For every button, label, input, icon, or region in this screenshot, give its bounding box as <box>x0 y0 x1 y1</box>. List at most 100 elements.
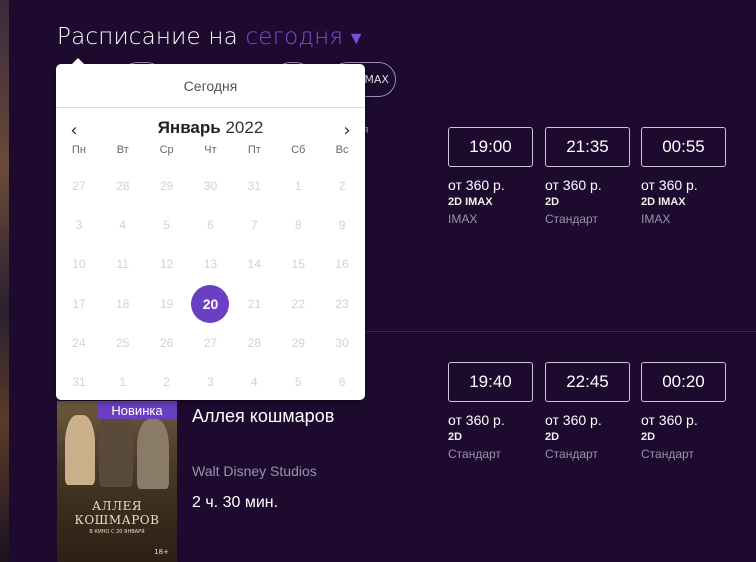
day-number: 6 <box>338 375 346 390</box>
background-image-edge <box>0 0 9 562</box>
calendar-day: 30 <box>189 166 233 205</box>
session-price: от 360 р. <box>545 177 602 193</box>
calendar-day: 1 <box>101 362 145 401</box>
session-hall: IMAX <box>448 212 478 226</box>
session-hall: IMAX <box>641 212 671 226</box>
calendar-day: 31 <box>232 166 276 205</box>
calendar-nav: ‹ Январь 2022 › <box>56 118 365 142</box>
weekday-label: Пт <box>247 144 261 156</box>
session-price: от 360 р. <box>641 177 698 193</box>
day-number: 1 <box>119 375 127 390</box>
day-number: 25 <box>116 335 130 350</box>
calendar-days: 27 28 29 30 31 1 2 3 4 5 6 7 8 9 10 11 12 13 14 15 16 17 18 19 2… <box>56 166 365 402</box>
weekday-label: Вс <box>335 144 349 156</box>
calendar-day: 22 <box>276 284 320 323</box>
session-format: 2D IMAX <box>448 196 493 208</box>
day-selector[interactable]: сегодня <box>245 24 343 50</box>
day-number: 4 <box>119 217 127 232</box>
calendar-day: 5 <box>276 362 320 401</box>
calendar-day: 4 <box>101 205 145 244</box>
poster-date: В КИНО С 20 ЯНВАРЯ <box>89 529 145 535</box>
session-time-button[interactable]: 21:35 <box>545 127 630 167</box>
selected-day[interactable]: 20 <box>191 284 230 323</box>
day-number: 16 <box>335 257 349 272</box>
calendar-day: 24 <box>57 323 101 362</box>
calendar-day: 9 <box>320 205 364 244</box>
day-number: 23 <box>335 296 349 311</box>
day-number: 18 <box>116 296 130 311</box>
day-number: 29 <box>291 335 305 350</box>
calendar-day: 13 <box>189 245 233 284</box>
day-number: 28 <box>247 335 262 350</box>
calendar-day: 27 <box>189 323 233 362</box>
session-time-button[interactable]: 22:45 <box>545 362 630 402</box>
day-number: 6 <box>207 217 214 232</box>
calendar-month-year: Январь 2022 <box>56 118 365 138</box>
calendar-day: 21 <box>232 284 276 323</box>
session-hall: Стандарт <box>545 212 598 226</box>
calendar-day: 2 <box>320 166 364 205</box>
session-price: от 360 р. <box>448 412 505 428</box>
calendar-day: 1 <box>276 166 320 205</box>
calendar-day: 28 <box>101 166 145 205</box>
weekday-label: Ср <box>159 144 174 156</box>
calendar-day: 6 <box>320 362 364 401</box>
date-picker-popup: Сегодня ‹ Январь 2022 › Пн Вт Ср Чт Пт Сб Вс 2… <box>56 58 365 402</box>
weekday-label: Пн <box>71 144 86 156</box>
calendar-day: 17 <box>57 284 101 323</box>
movie-poster[interactable]: АЛЛЕЯ КОШМАРОВ В КИНО С 20 ЯНВАРЯ 18+ <box>57 401 177 562</box>
session-format: 2D <box>545 431 560 443</box>
heading-prefix: Расписание на <box>57 24 238 50</box>
day-number: 13 <box>203 257 218 272</box>
poster-age-rating: 18+ <box>154 548 169 556</box>
day-number: 27 <box>72 178 86 193</box>
calendar-day: 30 <box>320 323 364 362</box>
day-number: 24 <box>72 335 86 350</box>
weekday-label: Сб <box>291 144 306 156</box>
session-time-button[interactable]: 19:40 <box>448 362 533 402</box>
day-number: 7 <box>251 217 258 232</box>
calendar-day: 2 <box>145 362 189 401</box>
calendar-day: 19 <box>145 284 189 323</box>
session-time-button[interactable]: 00:55 <box>641 127 726 167</box>
weekday-label: Чт <box>204 144 217 156</box>
calendar-month: Январь <box>157 118 221 137</box>
calendar-day: 8 <box>276 205 320 244</box>
calendar-day: 16 <box>320 245 364 284</box>
today-option[interactable]: Сегодня <box>56 64 365 108</box>
calendar-day: 6 <box>189 205 233 244</box>
session-time-button[interactable]: 00:20 <box>641 362 726 402</box>
calendar-day: 29 <box>276 323 320 362</box>
session-hall: Стандарт <box>641 447 694 461</box>
calendar-day[interactable]: 20 <box>189 284 233 323</box>
calendar-day: 31 <box>57 362 101 401</box>
day-number: 9 <box>338 217 346 232</box>
day-number: 5 <box>294 375 302 390</box>
weekday-label: Вт <box>116 144 129 156</box>
session-time-button[interactable]: 19:00 <box>448 127 533 167</box>
day-number: 3 <box>75 217 83 232</box>
calendar-day: 12 <box>145 245 189 284</box>
day-number: 4 <box>251 375 258 390</box>
calendar-day: 29 <box>145 166 189 205</box>
calendar-day: 4 <box>232 362 276 401</box>
calendar-day: 25 <box>101 323 145 362</box>
day-number: 21 <box>247 296 262 311</box>
movie-studio: Walt Disney Studios <box>192 463 317 479</box>
calendar-day: 3 <box>189 362 233 401</box>
calendar-day: 27 <box>57 166 101 205</box>
poster-figure <box>65 415 95 485</box>
new-badge: Новинка <box>97 401 177 419</box>
day-number: 31 <box>247 178 262 193</box>
day-number: 27 <box>203 335 218 350</box>
caret-down-icon[interactable]: ▼ <box>347 28 365 49</box>
day-number: 5 <box>163 217 170 232</box>
chevron-right-icon[interactable]: › <box>337 118 357 142</box>
day-number: 31 <box>72 375 86 390</box>
day-number: 30 <box>203 178 218 193</box>
day-number: 30 <box>335 335 349 350</box>
schedule-heading: Расписание на сегодня ▼ <box>57 24 365 50</box>
movie-title[interactable]: Аллея кошмаров <box>192 406 334 427</box>
calendar-year: 2022 <box>225 118 264 137</box>
day-number: 14 <box>247 257 262 272</box>
